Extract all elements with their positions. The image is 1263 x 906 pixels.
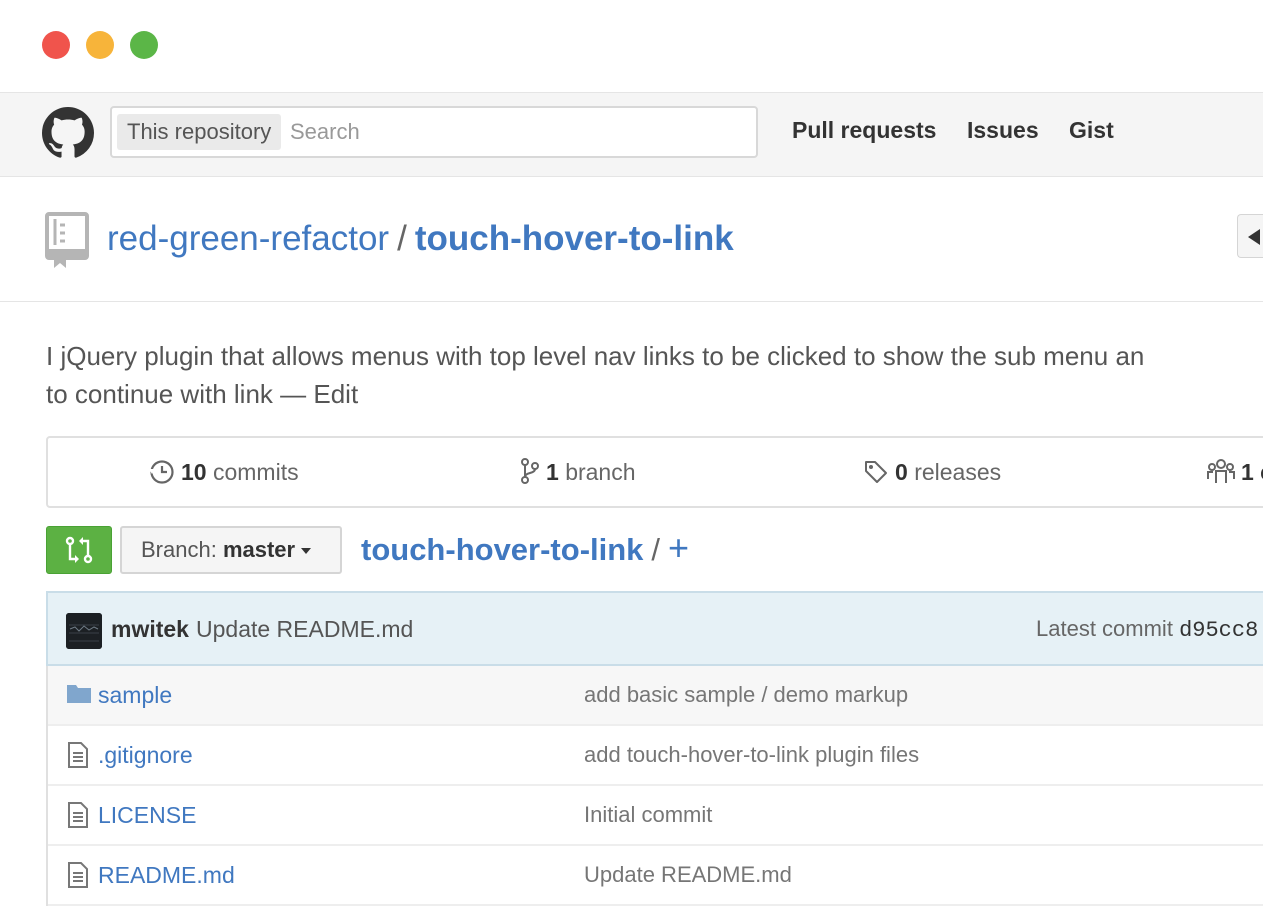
compare-icon <box>65 536 93 564</box>
commit-author-link[interactable]: mwitek <box>111 593 189 665</box>
branches-summary-link[interactable]: 1 branch <box>520 438 636 506</box>
repo-title-separator: / <box>397 219 407 258</box>
breadcrumb: touch-hover-to-link / + <box>361 526 689 572</box>
repo-description-text-continued: to continue with link <box>46 379 273 409</box>
caret-down-icon <box>301 548 312 554</box>
latest-commit-label: Latest commit <box>1036 616 1173 641</box>
commit-sha-link[interactable]: d95cc8 <box>1179 618 1258 643</box>
file-row-gitignore: .gitignore add touch-hover-to-link plugi… <box>48 726 1263 786</box>
commits-label: commits <box>212 459 299 485</box>
releases-count: 0 <box>895 459 908 485</box>
search-scope-label: This repository <box>117 114 282 150</box>
repo-title: red-green-refactor / touch-hover-to-link <box>107 217 734 261</box>
repo-name-link[interactable]: touch-hover-to-link <box>415 219 734 258</box>
close-window-button[interactable] <box>42 31 70 59</box>
tag-icon <box>865 461 887 483</box>
file-list: sample add basic sample / demo markup .g… <box>46 666 1263 906</box>
file-commit-message-link[interactable]: Update README.md <box>584 846 792 904</box>
repo-description: I jQuery plugin that allows menus with t… <box>46 337 1263 413</box>
file-commit-message-link[interactable]: Initial commit <box>584 786 712 844</box>
repo-action-button[interactable] <box>1237 214 1263 258</box>
latest-commit: Latest commit d95cc8 <box>1036 593 1258 667</box>
file-icon <box>68 802 88 828</box>
contributors-summary-link[interactable]: 1 c <box>1207 438 1263 506</box>
file-row-readme: README.md Update README.md <box>48 846 1263 906</box>
commits-count: 10 <box>181 459 207 485</box>
file-name-link[interactable]: README.md <box>98 846 235 904</box>
organization-icon <box>1207 459 1235 483</box>
file-name-link[interactable]: sample <box>98 666 172 724</box>
file-row-sample: sample add basic sample / demo markup <box>48 666 1263 726</box>
site-header: This repository Pull requests Issues Gis… <box>0 92 1263 177</box>
commit-message-link[interactable]: Update README.md <box>196 593 413 665</box>
file-icon <box>68 742 88 768</box>
branch-name: master <box>222 537 296 562</box>
file-name-link[interactable]: .gitignore <box>98 726 193 784</box>
avatar-image <box>66 613 102 649</box>
branches-count: 1 <box>546 459 559 485</box>
file-icon <box>68 862 88 888</box>
file-row-license: LICENSE Initial commit <box>48 786 1263 846</box>
breadcrumb-separator: / <box>651 532 661 567</box>
repo-icon <box>45 212 89 268</box>
site-search: This repository <box>110 106 758 158</box>
breadcrumb-repo-link[interactable]: touch-hover-to-link <box>361 532 643 567</box>
commit-tease: mwitek Update README.md Latest commit d9… <box>46 591 1263 666</box>
branch-select-button[interactable]: Branch: master <box>120 526 342 574</box>
repo-header: red-green-refactor / touch-hover-to-link <box>0 177 1263 302</box>
file-commit-message-link[interactable]: add basic sample / demo markup <box>584 666 908 724</box>
compare-button[interactable] <box>46 526 112 574</box>
nav-gist[interactable]: Gist <box>1069 117 1114 144</box>
folder-icon <box>67 685 91 703</box>
nav-pull-requests[interactable]: Pull requests <box>792 117 936 144</box>
releases-summary-link[interactable]: 0 releases <box>863 438 1001 506</box>
window-titlebar <box>0 0 1263 92</box>
numbers-summary: 10 commits 1 branch 0 releases 1 c <box>46 436 1263 508</box>
new-file-button[interactable]: + <box>668 527 689 568</box>
repo-owner-link[interactable]: red-green-refactor <box>107 219 389 258</box>
file-commit-message-link[interactable]: add touch-hover-to-link plugin files <box>584 726 919 784</box>
branch-icon <box>521 458 539 484</box>
commits-summary-link[interactable]: 10 commits <box>149 438 299 506</box>
github-logo-icon[interactable] <box>42 107 94 159</box>
search-input[interactable] <box>284 114 756 150</box>
minimize-window-button[interactable] <box>86 31 114 59</box>
zoom-window-button[interactable] <box>130 31 158 59</box>
avatar[interactable] <box>66 613 102 649</box>
releases-label: releases <box>914 459 1002 485</box>
caret-left-icon <box>1248 229 1260 245</box>
branch-prefix: Branch: <box>141 537 217 562</box>
contributors-count: 1 c <box>1241 459 1263 485</box>
repo-description-text: I jQuery plugin that allows menus with t… <box>46 341 1145 371</box>
history-icon <box>149 460 174 484</box>
nav-issues[interactable]: Issues <box>967 117 1039 144</box>
branches-label: branch <box>565 459 636 485</box>
edit-dash: — <box>280 379 307 409</box>
edit-description-link[interactable]: Edit <box>313 379 358 409</box>
file-name-link[interactable]: LICENSE <box>98 786 196 844</box>
